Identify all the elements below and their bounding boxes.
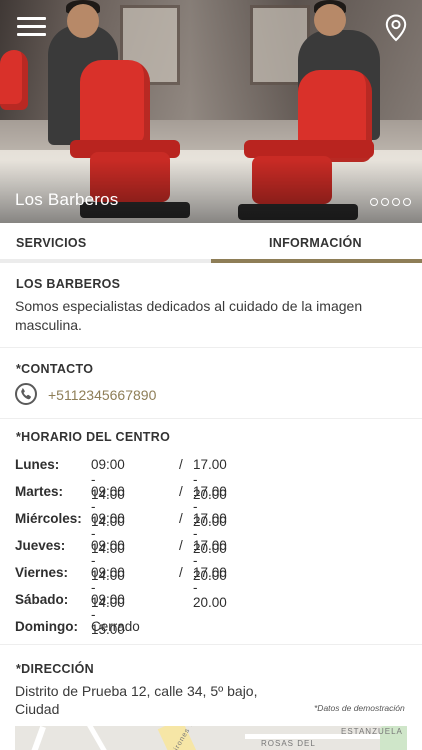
hero-banner[interactable]: Los Barberos [0,0,422,223]
carousel-indicator[interactable] [370,198,411,206]
map-road [86,726,109,750]
demo-data-note: *Datos de demostración [314,703,405,713]
phone-number-link[interactable]: +5112345667890 [48,387,156,403]
carousel-dot[interactable] [370,198,378,206]
hours-day: Martes: [15,484,64,499]
hours-separator: / [179,484,183,499]
address-heading: *DIRECCIÓN [16,662,95,676]
map-road [30,726,46,750]
about-heading: LOS BARBEROS [16,277,121,291]
hours-day: Sábado: [15,592,69,607]
hours-separator: / [179,538,183,553]
barber-head [314,4,346,36]
contact-heading: *CONTACTO [16,362,94,376]
hero-title: Los Barberos [15,190,119,209]
about-text-line1: Somos especialistas dedicados al cuidado… [15,298,363,314]
hours-time-afternoon: 17.00 - 20.00 [193,565,227,610]
hours-day: Jueves: [15,538,66,553]
hours-day: Viernes: [15,565,69,580]
tab-label: INFORMACIÓN [269,236,362,250]
address-line2: Ciudad [15,701,60,717]
carousel-dot[interactable] [392,198,400,206]
hours-time-morning: Cerrado [91,619,140,634]
carousel-dot[interactable] [381,198,389,206]
tab-bar: SERVICIOS INFORMACIÓN [0,223,422,263]
carousel-dot[interactable] [403,198,411,206]
hours-day: Lunes: [15,457,60,472]
map-label: ESTANZUELA [341,727,403,736]
hours-separator: / [179,565,183,580]
hours-day: Miércoles: [15,511,82,526]
hours-separator: / [179,457,183,472]
hours-day: Domingo: [15,619,78,634]
tab-servicios[interactable]: SERVICIOS [0,223,211,263]
map-label: ROSAS DEL [261,739,316,748]
barber-chair [0,50,40,130]
hamburger-menu-icon[interactable] [17,17,46,37]
hours-section: *HORARIO DEL CENTRO Lunes: 09:00 - 14.00… [0,419,422,645]
about-text-line2: masculina. [15,317,82,333]
barber-head [67,4,99,38]
about-section: LOS BARBEROS Somos especialistas dedicad… [0,263,422,348]
tab-informacion[interactable]: INFORMACIÓN [211,223,422,263]
map-pin-icon[interactable] [384,14,408,42]
tab-label: SERVICIOS [16,236,87,250]
address-line1: Distrito de Prueba 12, calle 34, 5º bajo… [15,683,258,699]
contact-section: *CONTACTO +5112345667890 [0,348,422,419]
map-view[interactable]: ROSAS DEL ESTANZUELA Jirones Nv [15,726,407,750]
phone-icon[interactable] [15,383,37,405]
hours-heading: *HORARIO DEL CENTRO [16,430,171,444]
hours-separator: / [179,511,183,526]
